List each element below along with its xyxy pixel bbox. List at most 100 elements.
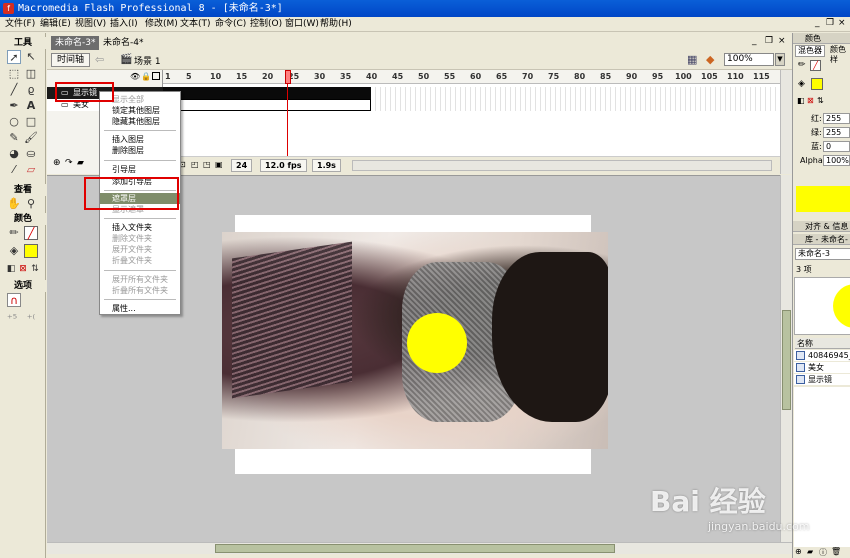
straighten-icon[interactable]: ⁺⁽ <box>24 312 38 326</box>
menu-commands[interactable]: 命令(C) <box>215 18 246 31</box>
timeline-toggle-button[interactable]: 时间轴 <box>51 53 91 67</box>
mixer-stroke-icon[interactable]: ✏ <box>798 60 806 70</box>
menu-hide-others[interactable]: 隐藏其他图层 <box>100 116 180 127</box>
zoom-select[interactable]: 100% <box>724 53 774 66</box>
red-input[interactable]: 255 <box>823 113 850 124</box>
mixer-fill-icon[interactable]: ◈ <box>798 79 805 89</box>
doc-restore-icon[interactable]: ❐ <box>765 36 773 46</box>
menu-collapse-all[interactable]: 折叠所有文件夹 <box>100 285 180 296</box>
mixer-fill-swatch[interactable] <box>811 78 823 90</box>
menu-help[interactable]: 帮助(H) <box>320 18 352 31</box>
library-item[interactable]: 显示镜 <box>794 374 850 385</box>
eraser-tool-icon[interactable]: ▱ <box>24 163 38 177</box>
menu-delete-folder[interactable]: 删除文件夹 <box>100 233 180 244</box>
lock-column-icon[interactable]: 🔒 <box>141 72 151 81</box>
insert-folder-icon[interactable]: ▰ <box>77 158 84 168</box>
menu-modify[interactable]: 修改(M) <box>145 18 178 31</box>
green-input[interactable]: 255 <box>823 127 850 138</box>
library-item[interactable]: 美女 <box>794 362 850 373</box>
menu-edit[interactable]: 编辑(E) <box>40 18 71 31</box>
menu-window[interactable]: 窗口(W) <box>285 18 319 31</box>
empty-frames[interactable] <box>371 87 780 111</box>
alpha-input[interactable]: 100% <box>823 155 850 166</box>
edit-symbol-icon[interactable]: ◆ <box>706 53 714 66</box>
menu-insert-layer[interactable]: 插入图层 <box>100 134 180 145</box>
arrow-tool-icon[interactable]: ➚ <box>7 50 21 64</box>
frame-grid[interactable]: 1 5 10 15 20 25 30 35 40 45 50 55 60 65 … <box>163 70 780 156</box>
snap-magnet-icon[interactable]: ∩ <box>7 293 21 307</box>
oval-tool-icon[interactable]: ○ <box>7 115 21 129</box>
frame-span-layer-2[interactable] <box>163 99 371 111</box>
free-transform-icon[interactable]: ⬚ <box>7 67 21 81</box>
pen-tool-icon[interactable]: ✒ <box>7 99 21 113</box>
tab-doc-3[interactable]: 未命名-3* <box>51 36 100 50</box>
brush-tool-icon[interactable]: 🖌 <box>24 131 38 145</box>
vscroll-thumb[interactable] <box>782 310 791 410</box>
menu-expand-all[interactable]: 展开所有文件夹 <box>100 274 180 285</box>
edit-multiple-icon[interactable]: ▣ <box>215 160 223 169</box>
hand-tool-icon[interactable]: ✋ <box>7 197 21 211</box>
color-panel-header[interactable]: 颜色 <box>793 33 850 44</box>
menu-file[interactable]: 文件(F) <box>5 18 35 31</box>
stroke-swatch[interactable]: ╱ <box>24 226 38 240</box>
library-document-select[interactable]: 未命名-3 <box>795 248 850 260</box>
fill-swatch[interactable] <box>24 244 38 258</box>
outline-column-icon[interactable] <box>152 72 160 80</box>
paint-bucket-icon[interactable]: ⛀ <box>24 147 38 161</box>
menu-expand-folder[interactable]: 展开文件夹 <box>100 244 180 255</box>
edit-scene-icon[interactable]: ▦ <box>687 53 697 66</box>
restore-icon[interactable]: ❐ <box>826 18 834 28</box>
stroke-color-icon[interactable]: ✏ <box>7 226 21 240</box>
minimize-icon[interactable]: _ <box>815 18 820 28</box>
playhead[interactable] <box>285 70 291 84</box>
menu-properties[interactable]: 属性... <box>100 303 180 314</box>
menu-collapse-folder[interactable]: 折叠文件夹 <box>100 255 180 266</box>
smooth-icon[interactable]: ⁺⁵ <box>5 312 19 326</box>
tab-doc-4[interactable]: 未命名-4* <box>99 36 147 50</box>
insert-layer-icon[interactable]: ⊕ <box>53 158 61 168</box>
frame-rate-field[interactable]: 12.0 fps <box>260 159 307 172</box>
subselect-tool-icon[interactable]: ↖ <box>24 50 38 64</box>
zoom-tool-icon[interactable]: ⚲ <box>24 197 38 211</box>
blue-input[interactable]: 0 <box>823 141 850 152</box>
doc-minimize-icon[interactable]: _ <box>752 36 757 46</box>
onion-outline-icon[interactable]: ◳ <box>203 160 211 169</box>
frame-hscrollbar[interactable] <box>352 160 772 171</box>
fill-transform-icon[interactable]: ◫ <box>24 67 38 81</box>
text-tool-icon[interactable]: A <box>24 99 38 113</box>
line-tool-icon[interactable]: ╱ <box>7 83 21 97</box>
library-name-column[interactable]: 名称 <box>795 338 850 349</box>
mixer-default-icon[interactable]: ◧ <box>797 96 805 105</box>
swap-colors-icon[interactable]: ⇅ <box>28 262 42 276</box>
timeline-vscrollbar[interactable] <box>780 70 792 174</box>
back-arrow-icon[interactable]: ⇦ <box>95 53 104 66</box>
mixer-none-icon[interactable]: ⊠ <box>807 96 814 105</box>
menu-control[interactable]: 控制(O) <box>250 18 282 31</box>
fill-color-icon[interactable]: ◈ <box>7 244 21 258</box>
rectangle-tool-icon[interactable]: □ <box>24 115 38 129</box>
lasso-tool-icon[interactable]: ϱ <box>24 83 38 97</box>
tab-color-swatches[interactable]: 颜色样 <box>830 45 850 65</box>
eye-column-icon[interactable]: 👁 <box>130 72 140 81</box>
pencil-tool-icon[interactable]: ✎ <box>7 131 21 145</box>
close-icon[interactable]: × <box>838 18 846 28</box>
menu-insert[interactable]: 插入(I) <box>110 18 138 31</box>
library-panel-header[interactable]: 库 - 未命名- <box>793 234 850 245</box>
mixer-swap-icon[interactable]: ⇅ <box>817 96 824 105</box>
menu-guide[interactable]: 引导层 <box>100 164 180 175</box>
zoom-dropdown-icon[interactable]: ▼ <box>775 53 785 66</box>
menu-insert-folder[interactable]: 插入文件夹 <box>100 222 180 233</box>
ink-bottle-icon[interactable]: ◕ <box>7 147 21 161</box>
menu-text[interactable]: 文本(T) <box>180 18 211 31</box>
align-panel-header[interactable]: 对齐 & 信息 <box>793 221 850 232</box>
menu-lock-others[interactable]: 锁定其他图层 <box>100 105 180 116</box>
library-item[interactable]: 40846945_ <box>794 350 850 361</box>
tab-color-mixer[interactable]: 混色器 <box>795 45 825 57</box>
doc-close-icon[interactable]: × <box>778 36 786 46</box>
onion-skin-icon[interactable]: ◰ <box>191 160 199 169</box>
eyedropper-icon[interactable]: ⁄ <box>7 163 21 177</box>
hscroll-thumb[interactable] <box>215 544 615 553</box>
yellow-circle-mask[interactable] <box>407 313 467 373</box>
add-guide-icon[interactable]: ↷ <box>65 158 73 168</box>
menu-view[interactable]: 视图(V) <box>75 18 106 31</box>
